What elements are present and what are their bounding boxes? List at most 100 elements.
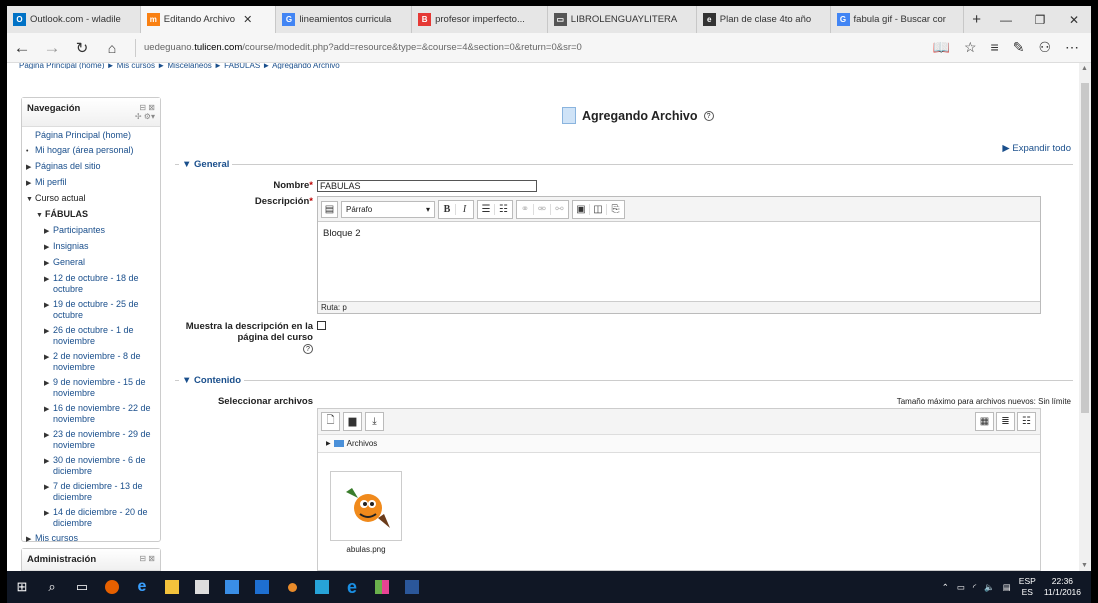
forward-arrow-icon[interactable]: → — [37, 38, 67, 58]
word-icon[interactable] — [397, 571, 427, 603]
volume-icon[interactable]: 🔈 — [984, 582, 995, 593]
tray-chevron-icon[interactable]: ⌃ — [942, 582, 949, 593]
italic-icon[interactable]: I — [456, 204, 473, 215]
wifi-icon[interactable]: ◜ — [973, 582, 976, 593]
nav-item[interactable]: ▶ General — [26, 257, 156, 269]
app-flag-icon[interactable] — [367, 571, 397, 603]
tab-close-icon[interactable]: ✕ — [243, 13, 252, 26]
nav-item-label[interactable]: Mis cursos — [35, 533, 78, 543]
folder-path[interactable]: ▶ Archivos — [318, 435, 1040, 453]
link-icon[interactable]: ⚭ — [517, 203, 534, 215]
firefox-icon[interactable] — [97, 571, 127, 603]
nav-item-label[interactable]: Mi perfil — [35, 177, 67, 187]
scroll-down-icon[interactable]: ▼ — [1081, 562, 1088, 569]
computer-icon[interactable] — [217, 571, 247, 603]
scrollbar-thumb[interactable] — [1081, 83, 1089, 413]
tree-view-icon[interactable]: ☷ — [1017, 412, 1036, 431]
tab-0[interactable]: O Outlook.com - wladile — [7, 6, 141, 33]
show-description-help-icon[interactable]: ? — [303, 344, 313, 354]
file-explorer-icon[interactable] — [157, 571, 187, 603]
share-icon[interactable]: ⚇ — [1038, 39, 1051, 56]
notification-icon[interactable]: ▤ — [1003, 582, 1011, 593]
create-folder-icon[interactable]: ▆ — [343, 412, 362, 431]
more-icon[interactable]: ⋯ — [1065, 39, 1079, 56]
home-icon[interactable]: ⌂ — [97, 40, 127, 56]
description-editor[interactable]: ▤ Párrafo ▾ BI ☰ ☷ ⚭ ⚮ ⚯ ▣ ◫ ⎘ Bloque 2 Ruta: … — [317, 196, 1041, 314]
paragraph-select[interactable]: Párrafo ▾ — [341, 200, 435, 218]
hub-icon[interactable]: ≡ — [991, 39, 999, 56]
favorite-star-icon[interactable]: ☆ — [964, 39, 977, 56]
nav-item[interactable]: Página Principal (home) — [26, 130, 156, 141]
windows-start-icon[interactable]: ⊞ — [7, 571, 37, 603]
nav-item-label[interactable]: 30 de noviembre - 6 de diciembre — [53, 455, 153, 477]
tab-1[interactable]: m Editando Archivo ✕ — [140, 6, 277, 33]
minimize-button[interactable]: — — [989, 6, 1023, 33]
store-icon[interactable] — [187, 571, 217, 603]
admin-block-controls[interactable]: ⊟ ⊠ — [139, 554, 155, 565]
scroll-up-icon[interactable]: ▲ — [1081, 65, 1088, 72]
bullet-list-icon[interactable]: ☰ — [478, 203, 495, 215]
editor-content[interactable]: Bloque 2 — [318, 222, 1040, 245]
expand-all-link[interactable]: ▶ Expandir todo — [1002, 143, 1071, 154]
nav-item-label[interactable]: 14 de diciembre - 20 de diciembre — [53, 507, 153, 529]
grid-view-icon[interactable]: ▦ — [975, 412, 994, 431]
refresh-icon[interactable]: ↻ — [67, 39, 97, 57]
nav-item[interactable]: ▶ Páginas del sitio — [26, 161, 156, 173]
nav-item[interactable]: ▼ FÁBULAS — [26, 209, 156, 221]
manage-files-icon[interactable]: ⎘ — [607, 204, 624, 215]
nav-item[interactable]: ▶ 26 de octubre - 1 de noviembre — [26, 325, 156, 347]
nav-item[interactable]: ▶ 14 de diciembre - 20 de diciembre — [26, 507, 156, 529]
general-legend[interactable]: ▼ General — [179, 159, 233, 170]
task-view-icon[interactable]: ▭ — [67, 571, 97, 603]
anchor-icon[interactable]: ⚯ — [551, 204, 568, 215]
name-input[interactable]: FABULAS — [317, 180, 537, 192]
dock-hide-icon[interactable]: ⊟ ⊠ — [139, 103, 155, 112]
nav-item-label[interactable]: General — [53, 257, 85, 267]
reading-view-icon[interactable]: 📖 — [933, 39, 950, 56]
nav-item[interactable]: ▶ 23 de noviembre - 29 de noviembre — [26, 429, 156, 451]
file-thumbnail[interactable] — [330, 471, 402, 541]
app-blue-icon[interactable] — [247, 571, 277, 603]
nav-item[interactable]: ▶ Mi perfil — [26, 177, 156, 189]
nav-item-label[interactable]: Curso actual — [35, 193, 86, 203]
nav-item-label[interactable]: Participantes — [53, 225, 105, 235]
list-view-icon[interactable]: ≣ — [996, 412, 1015, 431]
page-scrollbar[interactable]: ▲ ▼ — [1079, 63, 1091, 571]
nav-item[interactable]: ▶ 7 de diciembre - 13 de diciembre — [26, 481, 156, 503]
nav-item-label[interactable]: Mi hogar (área personal) — [35, 145, 134, 155]
nav-item-label[interactable]: 12 de octubre - 18 de octubre — [53, 273, 153, 295]
close-window-button[interactable]: ✕ — [1057, 6, 1091, 33]
tab-5[interactable]: e Plan de clase 4to año — [697, 6, 831, 33]
nav-item-label[interactable]: Insignias — [53, 241, 89, 251]
maximize-button[interactable]: ❐ — [1023, 6, 1057, 33]
add-file-icon[interactable]: 🗋 — [321, 412, 340, 431]
nav-item[interactable]: ▼ Curso actual — [26, 193, 156, 205]
nav-item[interactable]: ▶ 2 de noviembre - 8 de noviembre — [26, 351, 156, 373]
nav-item[interactable]: ▶ 16 de noviembre - 22 de noviembre — [26, 403, 156, 425]
clock[interactable]: 22:36 11/1/2016 — [1044, 576, 1081, 598]
show-description-checkbox[interactable] — [317, 321, 326, 330]
search-icon[interactable]: ⌕ — [37, 571, 67, 603]
numbered-list-icon[interactable]: ☷ — [495, 204, 512, 215]
nav-item-label[interactable]: Página Principal (home) — [35, 130, 131, 140]
toolbar-toggle-icon[interactable]: ▤ — [321, 200, 338, 218]
nav-item-label[interactable]: 23 de noviembre - 29 de noviembre — [53, 429, 153, 451]
nav-item-label[interactable]: 2 de noviembre - 8 de noviembre — [53, 351, 153, 373]
block-controls[interactable]: ⊟ ⊠ ✢ ⚙▾ — [135, 103, 155, 121]
download-icon[interactable]: ⤓ — [365, 412, 384, 431]
ie-icon[interactable]: e — [337, 571, 367, 603]
file-name[interactable]: abulas.png — [330, 545, 402, 554]
tab-3[interactable]: Bprofesor imperfecto... — [412, 6, 548, 33]
nav-item[interactable]: ▶ Insignias — [26, 241, 156, 253]
bold-icon[interactable]: B — [439, 203, 456, 215]
nav-item[interactable]: ▶ 30 de noviembre - 6 de diciembre — [26, 455, 156, 477]
battery-icon[interactable]: ▭ — [957, 582, 965, 593]
back-arrow-icon[interactable]: ← — [7, 38, 37, 58]
web-note-icon[interactable]: ✎ — [1013, 39, 1025, 56]
tab-2[interactable]: Glineamientos curricula — [276, 6, 413, 33]
image-icon[interactable]: ▣ — [573, 203, 590, 215]
nav-item-label[interactable]: 9 de noviembre - 15 de noviembre — [53, 377, 153, 399]
tab-4[interactable]: ▭ LIBROLENGUAYLITERA — [548, 6, 697, 33]
nav-item[interactable]: ▶ 12 de octubre - 18 de octubre — [26, 273, 156, 295]
nav-item-label[interactable]: FÁBULAS — [45, 209, 88, 219]
